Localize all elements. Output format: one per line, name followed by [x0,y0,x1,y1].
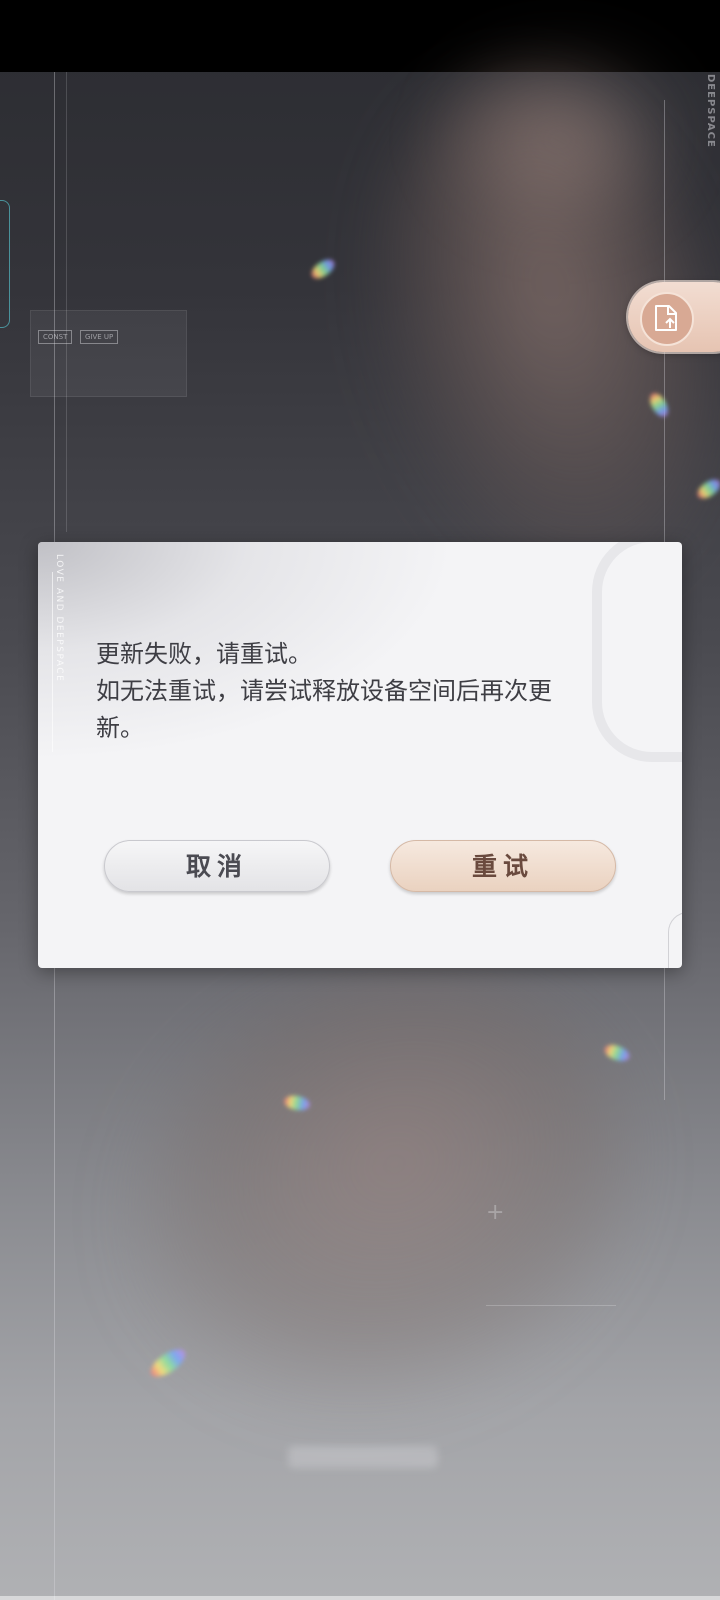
dialog-message: 更新失败，请重试。 如无法重试，请尝试释放设备空间后再次更 新。 [96,636,616,747]
dialog-decor-arc-small [668,912,682,968]
background-chip: CONST [38,330,73,344]
dialog-message-line: 新。 [96,714,144,742]
dialog-side-text: LOVE AND DEEPSPACE [54,554,64,683]
cancel-button[interactable]: 取消 [104,840,330,892]
dialog-message-line: 更新失败，请重试。 [96,640,312,668]
dialog-message-line: 如无法重试，请尝试释放设备空间后再次更 [96,677,552,705]
game-screen: DEEPSPACE CONST GIVE UP + LOVE AND DEEPS… [0,0,720,1600]
sparkle [146,1344,190,1382]
dialog-decor-line [52,572,53,752]
left-edge-frame [0,200,10,328]
guide-line-left-secondary [66,72,67,532]
background-bottom-text [288,1446,438,1468]
background-chip: GIVE UP [80,330,119,344]
bottom-edge [0,1596,720,1600]
file-upload-icon [655,305,677,331]
sparkle [602,1041,632,1065]
brand-vertical-text: DEEPSPACE [705,74,716,148]
sparkle [308,255,338,283]
retry-button[interactable]: 重试 [390,840,616,892]
background-panel [30,310,187,397]
update-failed-dialog: LOVE AND DEEPSPACE 更新失败，请重试。 如无法重试，请尝试释放… [38,542,682,968]
background-divider [486,1305,616,1306]
background-plus: + [486,1200,505,1225]
background-hand-lower [53,890,707,1500]
